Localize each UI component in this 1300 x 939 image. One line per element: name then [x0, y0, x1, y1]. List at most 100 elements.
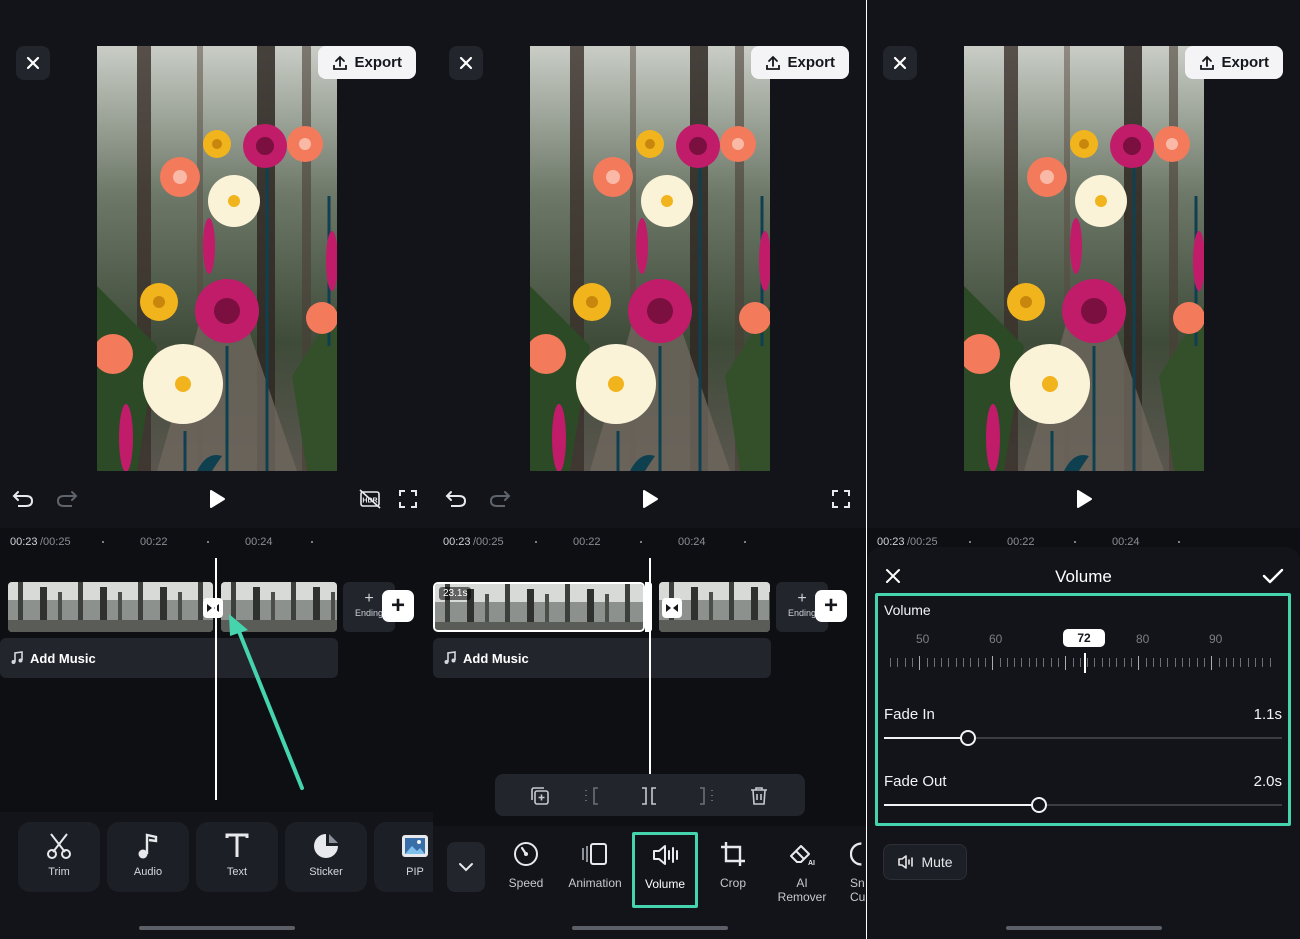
ruler-tick	[1233, 658, 1235, 667]
collapse-button[interactable]	[447, 842, 485, 892]
split-right-icon[interactable]	[693, 785, 715, 807]
ruler-tick	[1109, 658, 1110, 667]
ruler-tick	[926, 658, 928, 667]
preview-area: Export HDR	[0, 0, 433, 525]
video-clip[interactable]	[8, 582, 213, 632]
plus-icon: +	[390, 592, 405, 619]
tool-pip[interactable]: PIP	[374, 822, 433, 892]
clip-edit-toolbar	[495, 774, 805, 816]
fade-out-slider[interactable]	[884, 797, 1282, 813]
home-indicator	[138, 926, 295, 930]
ruler-tick	[1006, 658, 1008, 667]
tick-label-22: 00:22	[573, 536, 601, 548]
main-toolbar: Trim Audio Text Sticker PIP	[0, 812, 433, 939]
delete-icon[interactable]	[748, 785, 770, 807]
tool-ai-remover[interactable]: AI AI Remover	[770, 838, 834, 904]
redo-button[interactable]	[54, 486, 80, 512]
tool-volume[interactable]: Volume	[632, 832, 698, 908]
fullscreen-button[interactable]	[395, 486, 421, 512]
ruler-tick	[963, 658, 964, 667]
tool-smart-cut[interactable]: Sn Cu	[829, 838, 866, 904]
plus-icon: +	[823, 592, 838, 619]
chevron-down-icon	[459, 863, 473, 872]
add-music-label: Add Music	[30, 650, 96, 666]
split-icon[interactable]	[638, 785, 660, 807]
undo-button[interactable]	[443, 486, 469, 512]
clip-toolbar: Speed Animation Volume Crop AI AI Remover…	[433, 830, 866, 939]
ruler-label-80: 80	[1136, 632, 1150, 646]
ruler-label-60: 60	[989, 632, 1003, 646]
add-music-label: Add Music	[463, 650, 529, 666]
tool-audio[interactable]: Audio	[107, 822, 189, 892]
volume-ruler[interactable]: 50 60 72 80 90	[886, 596, 1280, 676]
timeline: 23.1s + Ending + Add Music	[433, 556, 866, 826]
hdr-off-button[interactable]: HDR	[357, 486, 383, 512]
play-button[interactable]	[204, 486, 230, 512]
play-button[interactable]	[637, 486, 663, 512]
fade-in-value: 1.1s	[1253, 706, 1282, 723]
undo-icon	[12, 491, 34, 507]
duplicate-icon[interactable]	[529, 785, 551, 807]
music-note-icon	[11, 651, 23, 664]
ruler-tick	[1094, 658, 1096, 667]
tool-label: Crop	[719, 876, 746, 890]
tool-label: Volume	[644, 877, 686, 891]
close-button[interactable]	[449, 46, 483, 80]
export-label: Export	[1221, 54, 1269, 71]
fade-out-handle[interactable]	[1031, 797, 1047, 813]
add-music-track[interactable]: Add Music	[433, 638, 771, 678]
ruler-tick	[1028, 658, 1030, 667]
video-preview[interactable]	[964, 46, 1204, 471]
export-button[interactable]: Export	[318, 46, 416, 79]
video-preview[interactable]	[97, 46, 337, 471]
ruler-tick	[955, 658, 957, 667]
ruler-tick	[1043, 658, 1045, 667]
redo-icon	[56, 491, 78, 507]
add-clip-button[interactable]: +	[815, 590, 847, 622]
ruler-tick	[911, 658, 913, 667]
tool-animation[interactable]: Animation	[563, 838, 627, 890]
export-button[interactable]: Export	[751, 46, 849, 79]
playhead[interactable]	[649, 558, 651, 774]
ruler-tick	[1145, 658, 1147, 667]
ruler-tick	[1079, 658, 1081, 667]
mute-button[interactable]: Mute	[883, 844, 967, 880]
upload-icon	[333, 55, 348, 70]
image-icon	[402, 835, 428, 857]
tool-sticker[interactable]: Sticker	[285, 822, 367, 892]
ruler-tick	[941, 658, 943, 667]
close-button[interactable]	[883, 46, 917, 80]
video-preview[interactable]	[530, 46, 770, 471]
split-left-icon[interactable]	[583, 785, 605, 807]
animation-icon	[582, 843, 607, 865]
fade-in-handle[interactable]	[960, 730, 976, 746]
ruler-tick	[992, 656, 994, 670]
tool-speed[interactable]: Speed	[494, 838, 558, 890]
tool-crop[interactable]: Crop	[701, 838, 765, 890]
redo-button[interactable]	[487, 486, 513, 512]
fullscreen-button[interactable]	[828, 486, 854, 512]
ruler-tick	[1182, 658, 1183, 667]
tool-label-line1: AI	[796, 876, 808, 890]
ruler-tick	[1101, 658, 1103, 667]
undo-button[interactable]	[10, 486, 36, 512]
time-ruler: 00:23 /00:25 00:22 00:24	[433, 528, 866, 556]
play-button[interactable]	[1071, 486, 1097, 512]
tool-label-line1: Sn	[850, 876, 865, 890]
add-clip-button[interactable]: +	[382, 590, 414, 622]
video-clip-selected[interactable]: 23.1s	[433, 582, 645, 632]
tool-label: Trim	[48, 866, 70, 878]
volume-confirm-button[interactable]	[1262, 568, 1284, 589]
close-button[interactable]	[16, 46, 50, 80]
play-icon	[1077, 490, 1092, 508]
fade-in-slider[interactable]	[884, 730, 1282, 746]
editor-screen-clip-selected: Export 00:23 /00:25 00:22 00:24 23.1s + …	[433, 0, 866, 939]
ruler-tick	[1123, 658, 1125, 667]
playhead[interactable]	[215, 558, 217, 800]
tool-text[interactable]: Text	[196, 822, 278, 892]
crop-icon	[721, 842, 745, 866]
tool-trim[interactable]: Trim	[18, 822, 100, 892]
export-button[interactable]: Export	[1185, 46, 1283, 79]
ruler-tick	[1269, 658, 1271, 667]
transition-button[interactable]	[662, 598, 682, 618]
